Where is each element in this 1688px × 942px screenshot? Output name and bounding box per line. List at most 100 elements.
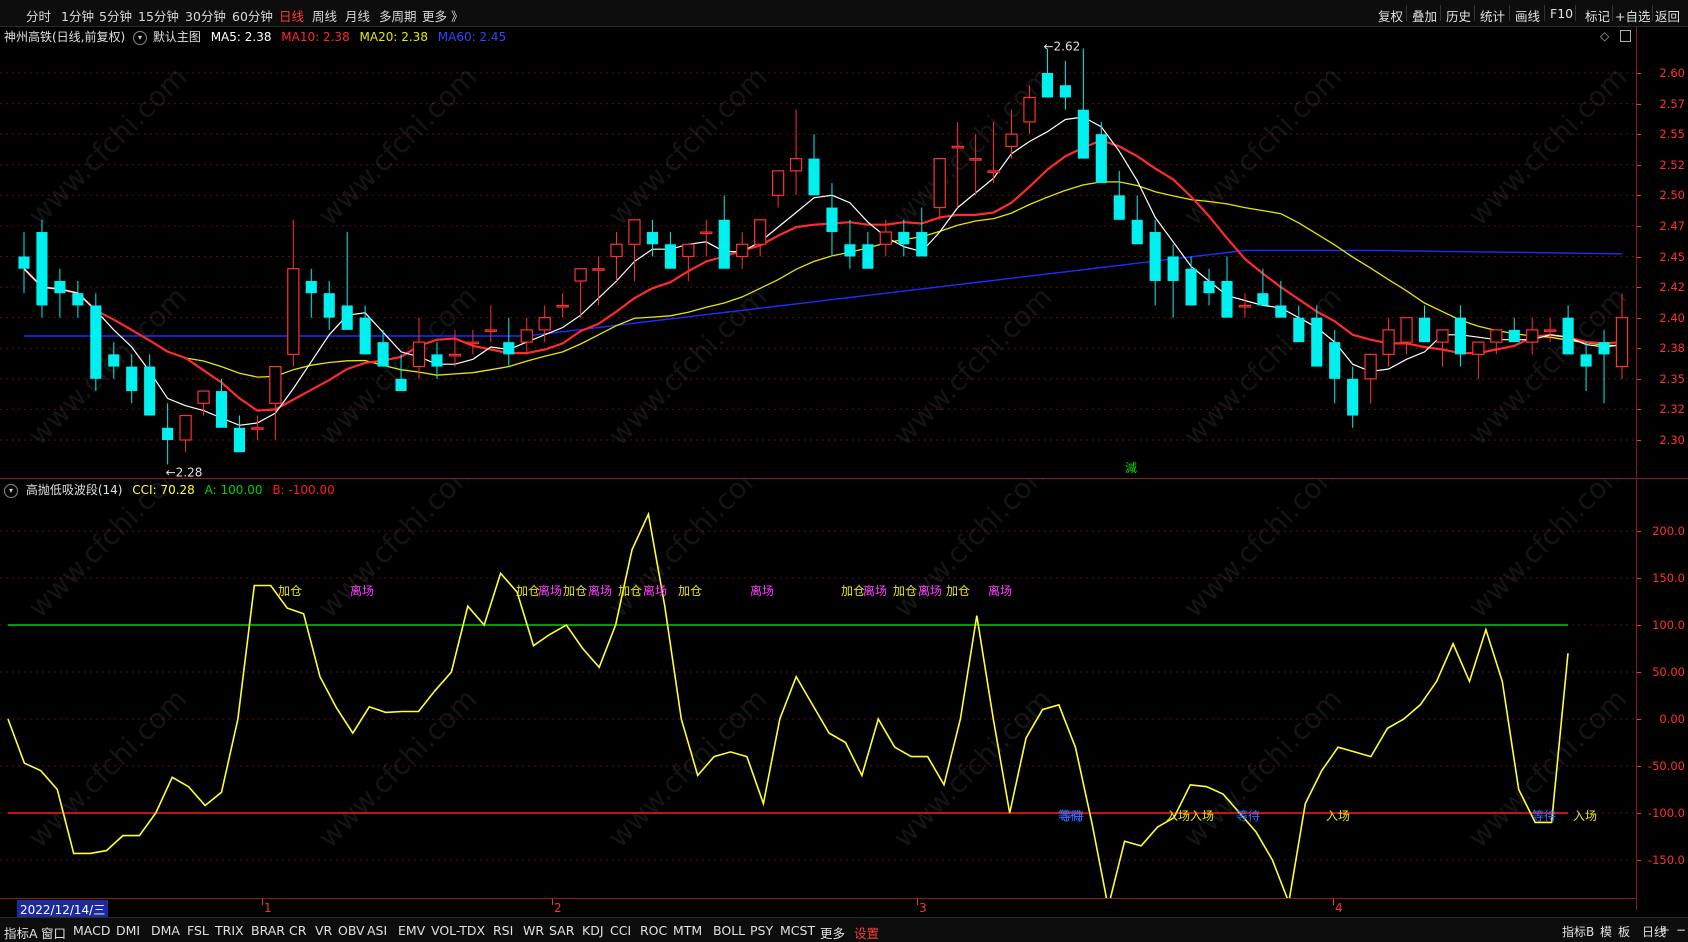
candle bbox=[862, 232, 874, 269]
period-5min[interactable]: 5分钟 bbox=[99, 6, 132, 25]
tool-statistics[interactable]: 统计 bbox=[1480, 6, 1505, 25]
tab-17[interactable]: KDJ bbox=[582, 923, 604, 938]
right-tab-5[interactable]: − bbox=[1676, 923, 1686, 937]
tick-mark bbox=[1637, 348, 1641, 350]
tab-0[interactable]: 指标A bbox=[4, 923, 38, 942]
candle bbox=[1238, 293, 1252, 318]
period-intraday[interactable]: 分时 bbox=[26, 6, 51, 25]
tab-3[interactable]: DMI bbox=[116, 923, 140, 938]
indicator-name[interactable]: 高抛低吸波段(14) bbox=[26, 483, 123, 497]
candle-body bbox=[1077, 109, 1089, 159]
candle-body bbox=[520, 329, 533, 343]
candle-body bbox=[251, 427, 264, 430]
tool-back[interactable]: 返回 bbox=[1655, 6, 1680, 25]
candle-body bbox=[36, 232, 48, 306]
price-tick: 2.38 bbox=[1659, 341, 1685, 356]
dropdown-arrow-icon[interactable]: ▾ bbox=[133, 30, 148, 45]
main-chart-name[interactable]: 默认主图 bbox=[153, 30, 201, 44]
month-label: 4 bbox=[1335, 901, 1343, 915]
period-30min[interactable]: 30分钟 bbox=[185, 6, 226, 25]
tab-9[interactable]: VR bbox=[315, 923, 332, 938]
month-tick bbox=[917, 899, 918, 905]
tab-2[interactable]: MACD bbox=[73, 923, 110, 938]
tool-add-watchlist[interactable]: +自选 bbox=[1615, 6, 1650, 25]
candle-body bbox=[305, 280, 317, 294]
tool-draw[interactable]: 画线 bbox=[1515, 6, 1540, 25]
candle-body bbox=[197, 390, 210, 404]
tool-history[interactable]: 历史 bbox=[1446, 6, 1471, 25]
right-tab-0[interactable]: 指标B bbox=[1562, 923, 1594, 940]
tick-mark bbox=[1637, 813, 1641, 814]
tab-21[interactable]: BOLL bbox=[713, 923, 745, 938]
tool-overlay[interactable]: 叠加 bbox=[1412, 6, 1437, 25]
tick-mark bbox=[1637, 625, 1641, 626]
tab-18[interactable]: CCI bbox=[610, 923, 631, 938]
period-daily[interactable]: 日线 bbox=[279, 6, 304, 25]
month-tick bbox=[262, 899, 263, 905]
stock-title[interactable]: 神州高铁(日线,前复权) bbox=[4, 30, 125, 44]
tab-10[interactable]: OBV bbox=[338, 923, 365, 938]
tab-4[interactable]: DMA bbox=[151, 923, 180, 938]
indicator-tick: 150.0 bbox=[1652, 571, 1685, 585]
dropdown-arrow-icon[interactable]: ▾ bbox=[4, 483, 18, 498]
candle-body bbox=[592, 268, 605, 271]
tool-f10[interactable]: F10 bbox=[1550, 6, 1573, 21]
tool-mark[interactable]: 标记 bbox=[1585, 6, 1610, 25]
candle-body bbox=[862, 244, 874, 269]
tab-7[interactable]: BRAR bbox=[251, 923, 285, 938]
tab-8[interactable]: CR bbox=[289, 923, 306, 938]
right-tab-4[interactable]: + bbox=[1660, 923, 1670, 937]
period-60min[interactable]: 60分钟 bbox=[232, 6, 273, 25]
candle bbox=[789, 109, 803, 196]
tab-1[interactable]: 窗口 bbox=[41, 923, 66, 942]
candle bbox=[574, 268, 587, 318]
period-monthly[interactable]: 月线 bbox=[345, 6, 370, 25]
tab-5[interactable]: FSL bbox=[187, 923, 209, 938]
signal-label: 加仓 bbox=[841, 584, 865, 598]
tab-25[interactable]: 设置 bbox=[854, 923, 879, 942]
period-multi[interactable]: 多周期 bbox=[379, 6, 417, 25]
candle bbox=[144, 354, 156, 416]
candle-body bbox=[503, 342, 515, 355]
month-label: 1 bbox=[264, 901, 272, 915]
tab-22[interactable]: PSY bbox=[750, 923, 773, 938]
candle-body bbox=[108, 354, 120, 367]
divider bbox=[1509, 5, 1510, 21]
period-15min[interactable]: 15分钟 bbox=[138, 6, 179, 25]
candle-body bbox=[1185, 268, 1197, 306]
period-weekly[interactable]: 周线 bbox=[312, 6, 337, 25]
right-tab-1[interactable]: 模 bbox=[1600, 923, 1612, 940]
diamond-icon[interactable]: ◇ bbox=[1600, 29, 1609, 43]
tab-13[interactable]: VOL-TDX bbox=[431, 923, 485, 938]
tab-6[interactable]: TRIX bbox=[215, 923, 244, 938]
tab-14[interactable]: RSI bbox=[493, 923, 513, 938]
tab-20[interactable]: MTM bbox=[673, 923, 702, 938]
candle-body bbox=[90, 305, 102, 379]
tab-12[interactable]: EMV bbox=[398, 923, 425, 938]
period-1min[interactable]: 1分钟 bbox=[61, 6, 94, 25]
candle-body bbox=[898, 232, 910, 245]
price-tick: 2.50 bbox=[1659, 188, 1685, 203]
candle bbox=[1472, 341, 1485, 379]
tab-11[interactable]: ASI bbox=[367, 923, 387, 938]
candle bbox=[933, 158, 946, 220]
tool-restore-rights[interactable]: 复权 bbox=[1378, 6, 1403, 25]
watermark: www.cfchi.com bbox=[602, 682, 774, 854]
right-tab-2[interactable]: 板 bbox=[1618, 923, 1630, 940]
tab-24[interactable]: 更多 bbox=[820, 923, 845, 942]
tab-15[interactable]: WR bbox=[523, 923, 544, 938]
indicator-tick: -50.00 bbox=[1647, 759, 1685, 773]
watermark: www.cfchi.com bbox=[887, 60, 1059, 232]
tab-19[interactable]: ROC bbox=[640, 923, 667, 938]
candle bbox=[1149, 219, 1161, 306]
candle-body bbox=[1221, 280, 1233, 318]
price-pane[interactable]: www.cfchi.com www.cfchi.com www.cfchi.com w… bbox=[0, 27, 1636, 477]
period-more[interactable]: 更多 》 bbox=[422, 6, 463, 25]
signal-label: 入场 bbox=[1166, 809, 1190, 823]
tab-23[interactable]: MCST bbox=[780, 923, 815, 938]
candle bbox=[1329, 329, 1341, 404]
window-icon[interactable] bbox=[1620, 30, 1631, 42]
tab-16[interactable]: SAR bbox=[549, 923, 574, 938]
candle bbox=[682, 243, 695, 281]
indicator-pane[interactable]: www.cfchi.com www.cfchi.com www.cfchi.com w… bbox=[0, 478, 1636, 910]
